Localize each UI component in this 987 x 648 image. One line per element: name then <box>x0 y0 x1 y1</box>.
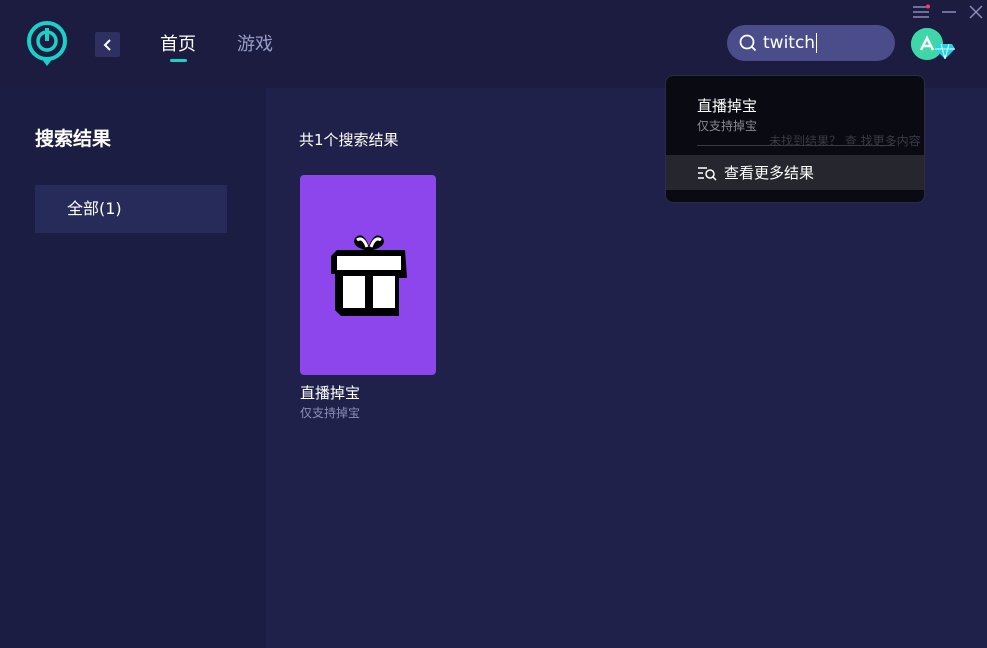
view-more-results-button[interactable]: 查看更多结果 <box>666 155 924 190</box>
minimize-icon[interactable] <box>940 4 958 20</box>
list-search-icon <box>698 166 717 181</box>
divider <box>697 145 895 146</box>
suggestion-item[interactable]: 直播掉宝 仅支持掉宝 <box>666 76 924 146</box>
sidebar: 搜索结果 全部(1) <box>0 88 266 648</box>
result-card[interactable] <box>300 175 436 375</box>
diamond-icon <box>935 43 955 59</box>
gift-icon <box>331 235 407 316</box>
tab-home[interactable]: 首页 <box>160 33 196 57</box>
suggestion-title: 直播掉宝 <box>697 97 758 115</box>
search-input[interactable]: twitch <box>727 25 895 61</box>
result-card-title: 直播掉宝 <box>300 384 361 402</box>
result-count: 共1个搜索结果 <box>299 131 399 149</box>
sidebar-title: 搜索结果 <box>35 128 112 150</box>
app-logo-icon <box>27 21 67 66</box>
text-caret <box>816 33 818 53</box>
tab-home-indicator <box>170 59 187 62</box>
search-suggestions-dropdown: 未找到结果？ 查 找更多内容 直播掉宝 仅支持掉宝 查看更多结果 <box>665 75 925 203</box>
search-query: twitch <box>763 33 816 53</box>
result-card-subtitle: 仅支持掉宝 <box>300 406 361 420</box>
filter-all[interactable]: 全部(1) <box>35 185 227 233</box>
close-icon[interactable] <box>967 4 985 20</box>
search-icon <box>739 34 757 52</box>
menu-icon[interactable] <box>912 4 930 20</box>
chevron-left-icon <box>103 38 111 51</box>
back-button[interactable] <box>95 32 120 57</box>
tab-games[interactable]: 游戏 <box>237 33 273 57</box>
app-window: 首页 游戏 twitch 搜索结果 全部(1) 共1个搜索结果 直播掉宝 仅支持… <box>0 0 987 648</box>
suggestion-subtitle: 仅支持掉宝 <box>697 119 758 133</box>
view-more-label: 查看更多结果 <box>724 164 815 182</box>
